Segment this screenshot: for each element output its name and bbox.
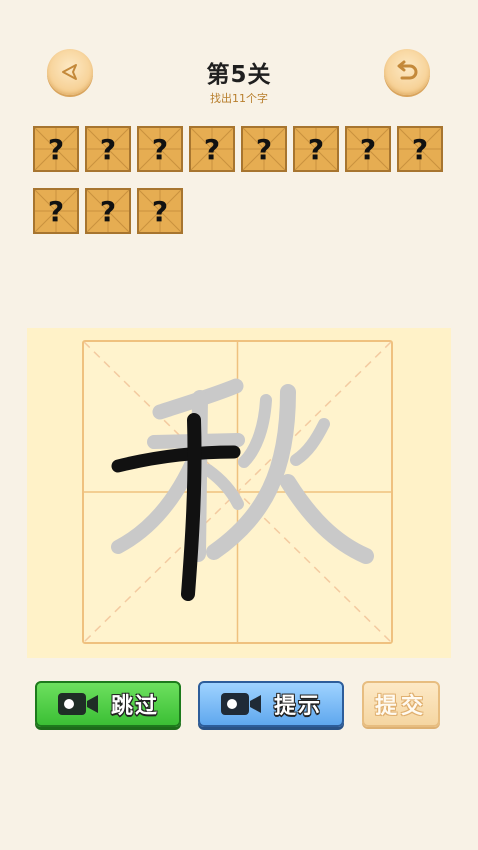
tile-question-mark: ? — [47, 132, 65, 166]
video-camera-icon — [57, 693, 98, 715]
tile-question-mark: ? — [47, 194, 65, 228]
tile-question-mark: ? — [203, 132, 221, 166]
tile-question-mark: ? — [99, 194, 117, 228]
skip-button[interactable]: 跳过 — [35, 681, 181, 727]
writing-grid[interactable] — [82, 340, 393, 644]
undo-arrow-icon — [397, 60, 418, 80]
tile-question-mark: ? — [99, 132, 117, 166]
skip-label: 跳过 — [110, 694, 159, 719]
answer-tile[interactable]: ? — [85, 188, 131, 234]
tile-question-mark: ? — [151, 132, 169, 166]
answer-tile[interactable]: ? — [397, 126, 443, 172]
tile-question-mark: ? — [255, 132, 273, 166]
answer-tile[interactable]: ? — [85, 126, 131, 172]
answer-tile[interactable]: ? — [189, 126, 235, 172]
answer-tile[interactable]: ? — [33, 188, 79, 234]
answer-tile[interactable]: ? — [33, 126, 79, 172]
submit-label: 提交 — [374, 694, 427, 719]
tile-question-mark: ? — [307, 132, 325, 166]
video-camera-icon — [220, 693, 261, 715]
answer-tile[interactable]: ? — [345, 126, 391, 172]
answer-tile[interactable]: ? — [293, 126, 339, 172]
submit-button[interactable]: 提交 — [362, 681, 440, 727]
answer-tile[interactable]: ? — [137, 188, 183, 234]
answer-tile[interactable]: ? — [137, 126, 183, 172]
answer-tile[interactable]: ? — [241, 126, 287, 172]
undo-button[interactable] — [384, 49, 430, 95]
hint-button[interactable]: 提示 — [198, 681, 344, 727]
hint-label: 提示 — [273, 694, 322, 719]
stroke-canvas — [111, 378, 374, 601]
tile-question-mark: ? — [359, 132, 377, 166]
tile-question-mark: ? — [411, 132, 429, 166]
tile-question-mark: ? — [151, 194, 169, 228]
